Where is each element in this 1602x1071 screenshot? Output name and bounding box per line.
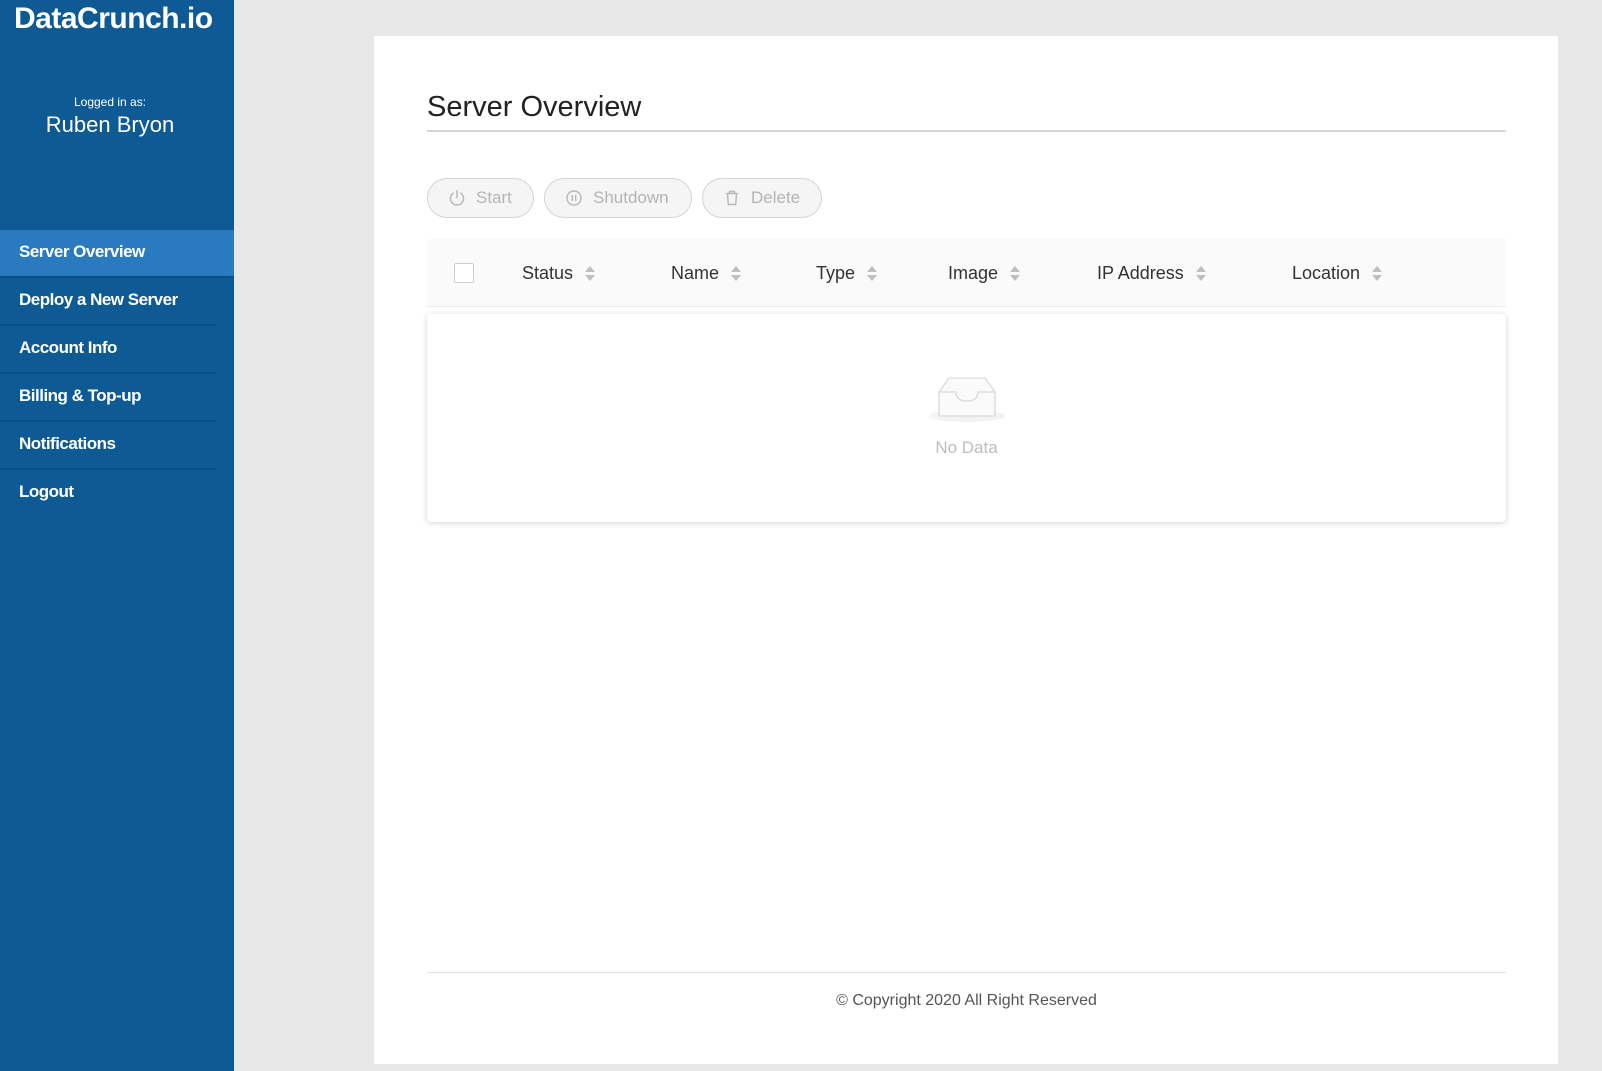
column-header-image[interactable]: Image — [948, 239, 1021, 307]
sidebar-item-billing[interactable]: Billing & Top-up — [0, 374, 216, 422]
sidebar-item-deploy-new-server[interactable]: Deploy a New Server — [0, 278, 216, 326]
column-label: Type — [816, 262, 856, 283]
sidebar-item-logout[interactable]: Logout — [0, 470, 216, 518]
column-header-location[interactable]: Location — [1292, 239, 1383, 307]
brand-logo[interactable]: DataCrunch.io — [14, 2, 213, 36]
column-header-status[interactable]: Status — [522, 239, 596, 307]
shutdown-label: Shutdown — [593, 188, 669, 207]
table-empty-state: No Data — [427, 314, 1506, 522]
sort-icon — [731, 265, 742, 281]
sidebar-item-account-info[interactable]: Account Info — [0, 326, 216, 374]
column-header-type[interactable]: Type — [816, 239, 878, 307]
shutdown-button[interactable]: Shutdown — [544, 178, 692, 218]
logged-in-caption: Logged in as: — [73, 95, 147, 109]
sidebar-nav: Server Overview Deploy a New Server Acco… — [0, 230, 234, 518]
column-label: IP Address — [1097, 262, 1184, 283]
start-button[interactable]: Start — [427, 178, 534, 218]
table-header: Status Name Type Image IP Address Locati… — [427, 239, 1506, 307]
column-label: Location — [1292, 262, 1361, 283]
sidebar-item-notifications[interactable]: Notifications — [0, 422, 216, 470]
footer-divider — [427, 972, 1506, 973]
title-divider — [427, 130, 1506, 132]
delete-label: Delete — [751, 188, 801, 207]
empty-text: No Data — [935, 438, 998, 457]
power-icon — [448, 189, 466, 207]
footer-copyright: © Copyright 2020 All Right Reserved — [836, 992, 1097, 1009]
delete-button[interactable]: Delete — [702, 178, 822, 218]
trash-icon — [723, 189, 741, 207]
sort-icon — [867, 265, 878, 281]
start-label: Start — [476, 188, 512, 207]
column-label: Name — [671, 262, 720, 283]
column-label: Image — [948, 262, 999, 283]
user-name: Ruben Bryon — [45, 112, 175, 137]
sort-icon — [585, 265, 596, 281]
inbox-icon — [927, 372, 1007, 424]
pause-circle-icon — [565, 189, 583, 207]
sort-icon — [1010, 265, 1021, 281]
column-header-ip-address[interactable]: IP Address — [1097, 239, 1206, 307]
main-panel: Server Overview Start Shutdown Delete St… — [374, 36, 1558, 1064]
sort-icon — [1372, 265, 1383, 281]
sort-icon — [1195, 265, 1206, 281]
column-label: Status — [522, 262, 574, 283]
sidebar: DataCrunch.io Logged in as: Ruben Bryon … — [0, 0, 234, 1071]
column-header-name[interactable]: Name — [671, 239, 742, 307]
sidebar-item-server-overview[interactable]: Server Overview — [0, 230, 234, 278]
page-title: Server Overview — [427, 91, 642, 123]
select-all-checkbox[interactable] — [454, 263, 474, 283]
